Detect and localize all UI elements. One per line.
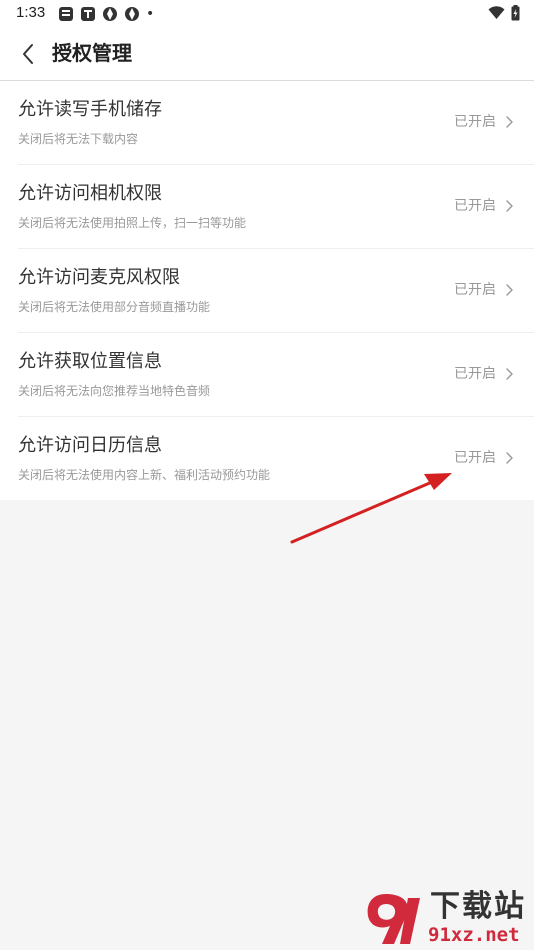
permission-list: 允许读写手机储存 关闭后将无法下载内容 已开启 允许访问相机权限 关闭后将无法使… [0,81,534,500]
permission-description: 关闭后将无法使用拍照上传，扫一扫等功能 [18,216,247,230]
permission-status: 已开启 [454,366,496,382]
site-watermark: 下载站 91xz.net [364,888,534,950]
permission-title: 允许访问相机权限 [18,183,162,204]
permission-title: 允许访问日历信息 [18,435,162,456]
permission-title: 允许读写手机储存 [18,99,162,120]
permission-description: 关闭后将无法使用部分音频直播功能 [18,300,211,314]
status-bar: 1:33 • [0,0,534,28]
permission-description: 关闭后将无法下载内容 [18,132,139,146]
chevron-right-icon [506,368,513,380]
permission-title: 允许访问麦克风权限 [18,267,180,288]
back-button[interactable] [12,38,44,70]
page-title: 授权管理 [52,41,132,65]
permission-status: 已开启 [454,282,496,298]
status-system-icons [488,5,520,21]
permission-row-storage[interactable]: 允许读写手机储存 关闭后将无法下载内容 已开启 [18,81,534,165]
battery-icon [511,5,520,21]
more-notifications-dot: • [146,6,155,22]
status-time: 1:33 [16,4,46,21]
app-notification-icon [59,7,73,21]
permission-description: 关闭后将无法向您推荐当地特色音频 [18,384,211,398]
permission-status: 已开启 [454,450,496,466]
permission-status: 已开启 [454,198,496,214]
status-notification-icons: • [58,6,154,22]
app-notification-icon [125,7,139,21]
watermark-title: 下载站 [430,889,526,924]
chevron-right-icon [506,452,513,464]
permission-status: 已开启 [454,114,496,130]
app-notification-icon [81,7,95,21]
permission-row-location[interactable]: 允许获取位置信息 关闭后将无法向您推荐当地特色音频 已开启 [18,333,534,417]
permission-row-camera[interactable]: 允许访问相机权限 关闭后将无法使用拍照上传，扫一扫等功能 已开启 [18,165,534,249]
permission-title: 允许获取位置信息 [18,351,162,372]
permission-description: 关闭后将无法使用内容上新、福利活动预约功能 [18,468,271,482]
back-arrow-icon [23,44,33,64]
chevron-right-icon [506,200,513,212]
app-notification-icon [103,7,117,21]
watermark-logo-icon [367,894,420,944]
chevron-right-icon [506,116,513,128]
watermark-domain: 91xz.net [428,924,520,946]
app-header: 授权管理 [0,28,534,81]
wifi-icon [488,6,505,19]
chevron-right-icon [506,284,513,296]
permission-row-microphone[interactable]: 允许访问麦克风权限 关闭后将无法使用部分音频直播功能 已开启 [18,249,534,333]
permission-row-calendar[interactable]: 允许访问日历信息 关闭后将无法使用内容上新、福利活动预约功能 已开启 [18,417,534,500]
